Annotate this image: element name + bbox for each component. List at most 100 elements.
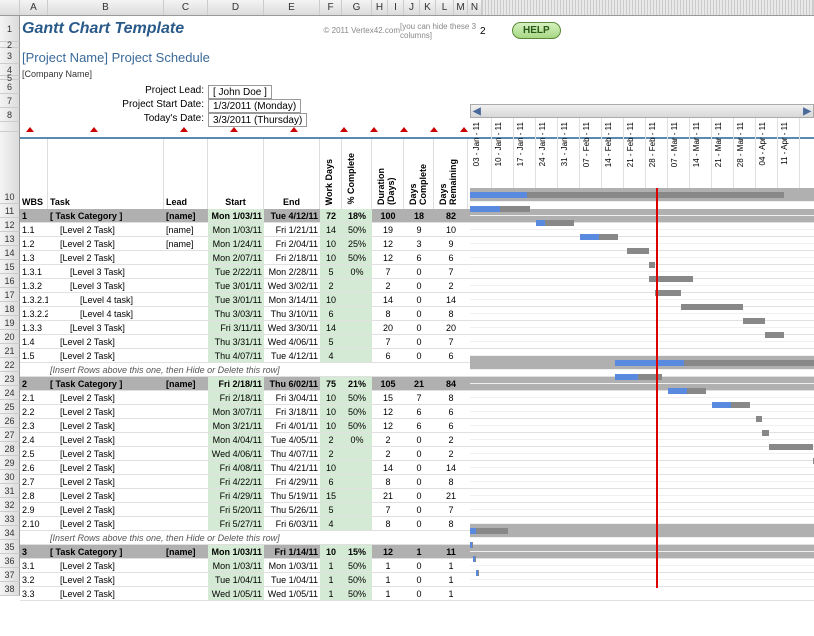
cell-days-complete[interactable]: 0 [404, 587, 434, 600]
cell-duration[interactable]: 1 [372, 587, 404, 600]
hdr-duration[interactable]: Duration (Days) [374, 141, 398, 207]
cell-days-remaining[interactable]: 14 [434, 293, 468, 306]
cell-work-days[interactable]: 10 [320, 461, 342, 474]
row-num[interactable]: 12 [0, 218, 20, 232]
cell-pct[interactable]: 50% [342, 391, 372, 404]
cell-end[interactable]: Fri 3/18/11 [264, 405, 320, 418]
cell-start[interactable]: Tue 2/22/11 [208, 265, 264, 278]
cell-lead[interactable] [164, 335, 208, 348]
cell-days-remaining[interactable]: 6 [434, 419, 468, 432]
gantt-bar[interactable] [649, 262, 655, 268]
gantt-bar[interactable] [627, 248, 649, 254]
cell-start[interactable]: Fri 2/18/11 [208, 377, 264, 390]
row-num[interactable]: 35 [0, 540, 20, 554]
cell-lead[interactable]: [name] [164, 223, 208, 236]
cell-wbs[interactable]: 2.7 [20, 475, 48, 488]
cell-wbs[interactable]: 3.2 [20, 573, 48, 586]
cell-days-remaining[interactable]: 7 [434, 503, 468, 516]
col-H[interactable]: H [372, 0, 388, 15]
cell-end[interactable]: Fri 2/18/11 [264, 251, 320, 264]
cell-pct[interactable] [342, 279, 372, 292]
col-F[interactable]: F [320, 0, 342, 15]
todays-date-field[interactable]: 3/3/2011 (Thursday) [208, 113, 307, 127]
cell-lead[interactable] [164, 349, 208, 362]
hdr-wbs[interactable]: WBS [20, 139, 48, 209]
cell-days-complete[interactable]: 0 [404, 475, 434, 488]
row-num[interactable]: 6 [0, 80, 20, 94]
cell-task[interactable]: [Level 2 Task] [48, 587, 164, 600]
cell-days-complete[interactable]: 9 [404, 223, 434, 236]
cell-wbs[interactable]: 3 [20, 545, 48, 558]
cell-lead[interactable]: [name] [164, 209, 208, 222]
cell-lead[interactable] [164, 559, 208, 572]
row-num[interactable]: 21 [0, 344, 20, 358]
cell-start[interactable]: Fri 5/27/11 [208, 517, 264, 530]
cell-task[interactable]: [Level 2 Task] [48, 447, 164, 460]
cell-lead[interactable] [164, 419, 208, 432]
cell-pct[interactable] [342, 503, 372, 516]
cell-end[interactable]: Mon 3/14/11 [264, 293, 320, 306]
cell-lead[interactable] [164, 279, 208, 292]
cell-start[interactable]: Thu 3/03/11 [208, 307, 264, 320]
cell-start[interactable]: Thu 3/31/11 [208, 335, 264, 348]
cell-days-remaining[interactable]: 21 [434, 489, 468, 502]
cell-task[interactable]: [Level 2 Task] [48, 475, 164, 488]
cell-duration[interactable]: 12 [372, 545, 404, 558]
cell-wbs[interactable]: 2.10 [20, 517, 48, 530]
cell-days-remaining[interactable]: 20 [434, 321, 468, 334]
cell-start[interactable]: Mon 1/03/11 [208, 223, 264, 236]
cell-wbs[interactable]: 2.6 [20, 461, 48, 474]
row-num[interactable]: 38 [0, 582, 20, 596]
cell-end[interactable]: Tue 4/12/11 [264, 349, 320, 362]
cell-start[interactable]: Mon 1/24/11 [208, 237, 264, 250]
cell-pct[interactable]: 50% [342, 223, 372, 236]
cell-days-complete[interactable]: 0 [404, 461, 434, 474]
cell-pct[interactable]: 50% [342, 573, 372, 586]
row-num[interactable]: 15 [0, 260, 20, 274]
cell-days-remaining[interactable]: 1 [434, 587, 468, 600]
cell-days-complete[interactable]: 18 [404, 209, 434, 222]
cell-lead[interactable] [164, 517, 208, 530]
cell-wbs[interactable]: 2 [20, 377, 48, 390]
cell-duration[interactable]: 19 [372, 223, 404, 236]
cell-pct[interactable] [342, 461, 372, 474]
cell-start[interactable]: Tue 3/01/11 [208, 293, 264, 306]
row-num[interactable]: 3 [0, 48, 20, 64]
row-num[interactable] [0, 122, 20, 132]
cell-end[interactable]: Fri 2/04/11 [264, 237, 320, 250]
cell-duration[interactable]: 8 [372, 517, 404, 530]
cell-work-days[interactable]: 14 [320, 223, 342, 236]
cell-task[interactable]: [Level 2 Task] [48, 335, 164, 348]
cell-days-complete[interactable]: 0 [404, 447, 434, 460]
cell-days-complete[interactable]: 6 [404, 405, 434, 418]
gantt-bar[interactable] [762, 430, 768, 436]
cell-task[interactable]: [Level 2 Task] [48, 559, 164, 572]
cell-work-days[interactable]: 10 [320, 419, 342, 432]
cell-days-remaining[interactable]: 14 [434, 461, 468, 474]
row-num[interactable]: 23 [0, 372, 20, 386]
cell-task[interactable]: [Level 2 Task] [48, 251, 164, 264]
cell-duration[interactable]: 12 [372, 419, 404, 432]
cell-task[interactable]: [Level 2 Task] [48, 573, 164, 586]
hdr-days-remaining[interactable]: Days Remaining [436, 141, 460, 207]
cell-days-remaining[interactable]: 6 [434, 405, 468, 418]
hdr-end[interactable]: End [264, 139, 320, 209]
cell-days-complete[interactable]: 0 [404, 349, 434, 362]
cell-lead[interactable] [164, 447, 208, 460]
cell-days-complete[interactable]: 0 [404, 335, 434, 348]
cell-pct[interactable]: 15% [342, 545, 372, 558]
cell-days-remaining[interactable]: 6 [434, 251, 468, 264]
cell-task[interactable]: [ Task Category ] [48, 545, 164, 558]
row-num[interactable]: 10 [0, 132, 20, 204]
cell-days-remaining[interactable]: 7 [434, 265, 468, 278]
gantt-bar[interactable] [769, 444, 813, 450]
hdr-days-complete[interactable]: Days Complete [406, 141, 430, 207]
cell-end[interactable]: Thu 6/02/11 [264, 377, 320, 390]
cell-work-days[interactable]: 6 [320, 307, 342, 320]
hdr-work-days[interactable]: Work Days [322, 157, 336, 207]
cell-start[interactable]: Fri 4/29/11 [208, 489, 264, 502]
cell-work-days[interactable]: 4 [320, 517, 342, 530]
cell-lead[interactable]: [name] [164, 377, 208, 390]
row-num[interactable]: 31 [0, 484, 20, 498]
cell-lead[interactable] [164, 489, 208, 502]
